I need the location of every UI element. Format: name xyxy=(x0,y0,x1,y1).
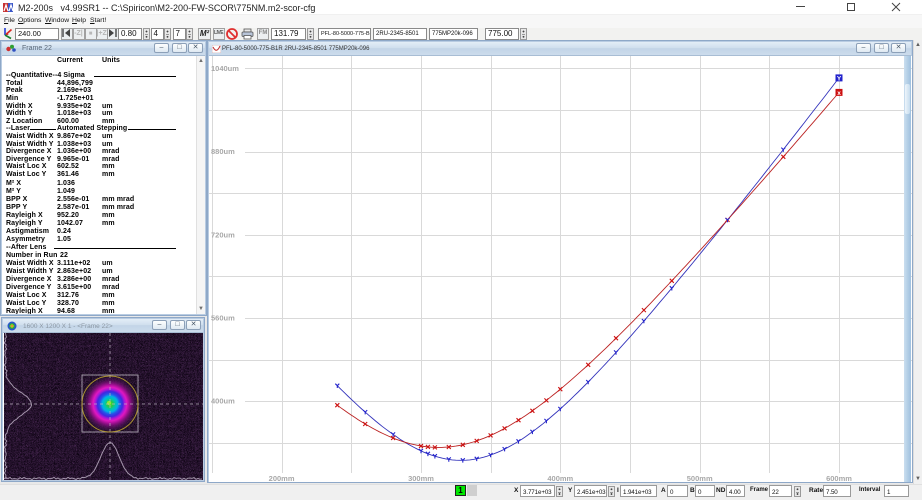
svg-text:600mm: 600mm xyxy=(826,474,852,482)
svg-text:Y: Y xyxy=(837,76,842,83)
svg-text:300mm: 300mm xyxy=(408,474,434,482)
svg-text:400um: 400um xyxy=(211,397,235,406)
svg-text:560um: 560um xyxy=(211,314,235,323)
svg-text:1040um: 1040um xyxy=(211,64,239,73)
svg-text:x: x xyxy=(837,90,841,97)
svg-text:400mm: 400mm xyxy=(547,474,573,482)
svg-text:880um: 880um xyxy=(211,147,235,156)
svg-text:200mm: 200mm xyxy=(269,474,295,482)
svg-text:500mm: 500mm xyxy=(687,474,713,482)
svg-text:720um: 720um xyxy=(211,230,235,239)
